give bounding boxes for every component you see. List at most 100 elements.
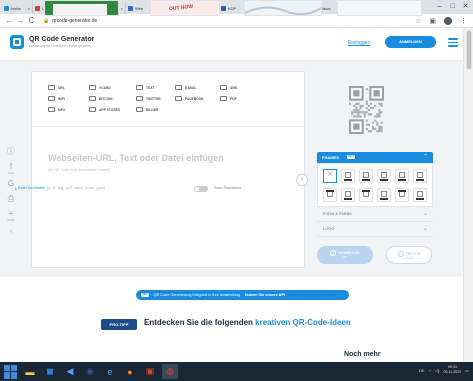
file-explorer-icon[interactable]: ▬: [22, 364, 38, 379]
upload-file-link[interactable]: ⤓ Datei hochladen (z. B. .jpg, .pdf, .mp…: [15, 186, 105, 190]
frame-option[interactable]: [395, 188, 409, 202]
minimize-button[interactable]: –: [433, 0, 446, 14]
close-window-button[interactable]: ✕: [459, 0, 472, 14]
qr-module: [376, 115, 379, 118]
extensions-icon[interactable]: ▣: [429, 17, 436, 25]
info-icon[interactable]: ⓘ: [5, 147, 17, 156]
qr-module: [378, 109, 381, 112]
qr-type-vcard[interactable]: VCARD: [89, 85, 136, 90]
qr-type-icon: [89, 107, 96, 112]
next-step-arrow-icon[interactable]: ›: [296, 174, 308, 186]
qr-module: [367, 130, 370, 133]
more-ideas-label[interactable]: Noch mehr: [344, 351, 381, 358]
qr-type-label: BILDER: [146, 107, 159, 112]
windows-start-icon[interactable]: [4, 364, 18, 379]
frame-caption-bar: [326, 190, 334, 192]
frame-option[interactable]: [341, 169, 355, 183]
qr-type-label: FACEBOOK: [185, 96, 204, 101]
firefox-icon[interactable]: ●: [122, 364, 138, 379]
qr-type-app-stores[interactable]: APP STORES: [89, 107, 136, 112]
download-button[interactable]: ↓ DOWNLOAD JPG: [317, 246, 373, 264]
more-ideas-card[interactable]: [337, 0, 422, 16]
forward-button[interactable]: →: [15, 16, 26, 25]
url-field[interactable]: 🔒 qrcode-generator.de: [43, 18, 97, 24]
media-player-icon[interactable]: ◀: [62, 364, 78, 379]
tab-close-icon[interactable]: ×: [121, 6, 123, 11]
idea-thumbnail[interactable]: OUT NOW: [150, 0, 220, 16]
clock[interactable]: 09:33 06.11.2020: [443, 365, 461, 375]
notifications-icon[interactable]: ▭: [465, 368, 469, 373]
login-link[interactable]: Einloggen: [348, 40, 370, 46]
qr-module: [374, 104, 377, 107]
frame-option[interactable]: [359, 169, 373, 183]
frame-option[interactable]: [377, 188, 391, 202]
tab-close-icon[interactable]: ×: [28, 6, 30, 11]
content-input[interactable]: Webseiten-URL, Text oder Datei einfügen: [48, 153, 224, 163]
upload-label: Datei hochladen: [17, 186, 46, 190]
frame-option[interactable]: [341, 188, 355, 202]
api-link[interactable]: Nutzen Sie unsere API: [245, 293, 285, 297]
qr-module: [378, 125, 381, 128]
powerpoint-icon[interactable]: ▣: [142, 364, 158, 379]
frame-option[interactable]: [413, 169, 427, 183]
frames-header[interactable]: FRAMES NEU ⌃: [317, 152, 433, 163]
vector-download-button[interactable]: ↓ VEKTOR SVG/EPS: [386, 246, 432, 264]
reload-button[interactable]: C: [26, 16, 37, 25]
frame-option[interactable]: [323, 188, 337, 202]
qr-type-twitter[interactable]: TWITTER: [136, 96, 175, 101]
logo-accordion[interactable]: LOGO ⌄: [317, 222, 433, 237]
qr-module: [361, 111, 364, 114]
hamburger-menu-icon[interactable]: [448, 38, 458, 49]
language-indicator[interactable]: DE: [419, 368, 425, 373]
frame-option[interactable]: [377, 169, 391, 183]
back-button[interactable]: ←: [4, 16, 15, 25]
qr-logo-icon[interactable]: [10, 35, 24, 49]
qr-type-facebook[interactable]: FACEBOOK: [175, 96, 220, 101]
qr-type-url[interactable]: URL: [48, 85, 89, 90]
collapse-icon[interactable]: ‹: [5, 226, 17, 235]
qr-type-mp3[interactable]: MP3: [48, 107, 89, 112]
idea-thumbnail[interactable]: [44, 0, 119, 16]
frame-option[interactable]: [413, 188, 427, 202]
qr-module: [353, 111, 356, 114]
profile-avatar[interactable]: [444, 17, 452, 25]
frame-option[interactable]: [395, 169, 409, 183]
qr-module: [380, 130, 383, 133]
shape-color-accordion[interactable]: FORM & FARBE ⌄: [317, 207, 433, 222]
outlook-icon[interactable]: ◼: [42, 364, 58, 379]
word-icon[interactable]: ◉: [82, 364, 98, 379]
qr-type-bitcoin[interactable]: BITCOIN: [89, 96, 136, 101]
frame-option[interactable]: [359, 188, 373, 202]
qr-module: [376, 113, 379, 116]
qr-type-pdf[interactable]: PDF: [220, 96, 260, 101]
frame-option-none[interactable]: ×: [323, 169, 337, 183]
qr-module: [357, 115, 360, 118]
scan-statistics-toggle[interactable]: [194, 186, 208, 192]
qr-module: [380, 128, 383, 131]
idea-thumbnail[interactable]: [244, 0, 322, 16]
qr-type-e-mail[interactable]: E-MAIL: [175, 85, 220, 90]
volume-icon[interactable]: ◁): [435, 368, 439, 373]
register-button[interactable]: ANMELDEN: [385, 36, 436, 48]
star-icon[interactable]: ☆: [415, 17, 421, 25]
qr-type-bilder[interactable]: BILDER: [136, 107, 175, 112]
scrollbar-thumb[interactable]: [466, 30, 472, 70]
logo-title[interactable]: QR Code Generator: [29, 36, 94, 43]
print-icon[interactable]: ⎙: [5, 194, 17, 203]
qr-type-sms[interactable]: SMS: [220, 85, 260, 90]
facebook-icon[interactable]: f: [5, 162, 17, 171]
plus-icon[interactable]: +: [5, 209, 17, 218]
qr-type-wifi[interactable]: WIFI: [48, 96, 89, 101]
ideas-heading-highlight[interactable]: kreativen QR-Code-Ideen: [255, 318, 351, 327]
menu-dots-icon[interactable]: ⋮: [460, 17, 467, 25]
share-sidebar: ⓘ f Share G ⎙ + MORE ‹: [5, 147, 17, 241]
api-banner[interactable]: NEU QR Code Generierung integriert in Ih…: [136, 290, 349, 300]
chrome-icon[interactable]: ◍: [162, 364, 178, 379]
network-icon[interactable]: ⌁: [429, 368, 431, 373]
browser-tab[interactable]: krebs ×: [2, 2, 33, 14]
qr-type-text[interactable]: TEXT: [136, 85, 175, 90]
content-input-hint: (Ihr QR Code wird automatisch erstellt): [48, 168, 111, 172]
maximize-button[interactable]: □: [446, 0, 459, 14]
edge-icon[interactable]: e: [102, 364, 118, 379]
page-scrollbar[interactable]: [463, 28, 473, 362]
